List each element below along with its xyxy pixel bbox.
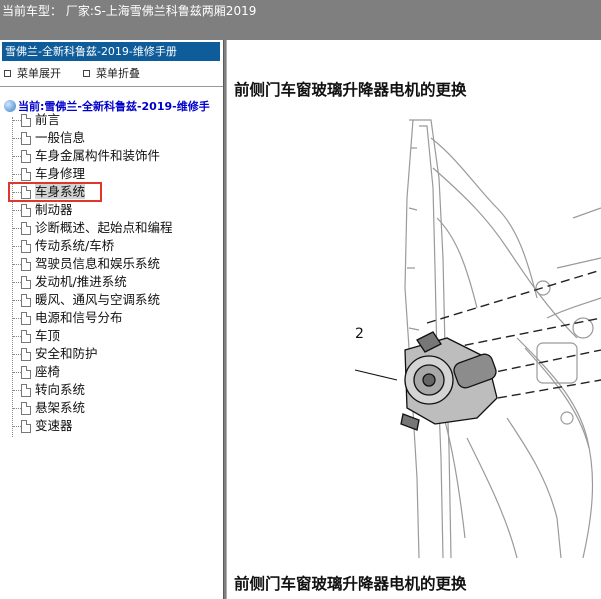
tree-item-label: 传动系统/车桥 — [35, 238, 115, 253]
document-icon — [21, 204, 31, 217]
callout-number: 2 — [355, 326, 364, 342]
tree-branch-line — [13, 246, 21, 247]
document-icon — [21, 348, 31, 361]
tree-item[interactable]: 车顶 — [9, 327, 223, 345]
tree-branch-line — [13, 156, 21, 157]
menu-collapse-link[interactable]: 菜单折叠 — [96, 65, 140, 81]
manual-title[interactable]: 雪佛兰-全新科鲁兹-2019-维修手册 — [2, 42, 220, 61]
tree-item[interactable]: 一般信息 — [9, 129, 223, 147]
document-icon — [21, 114, 31, 127]
tree-branch-line — [13, 138, 21, 139]
tree-item-label: 诊断概述、起始点和编程 — [35, 220, 173, 235]
tree-branch-line — [13, 264, 21, 265]
tree-item[interactable]: 电源和信号分布 — [9, 309, 223, 327]
tree-item[interactable]: 制动器 — [9, 201, 223, 219]
document-icon — [21, 150, 31, 163]
tree-item[interactable]: 前言 — [9, 111, 223, 129]
window-title-bar: 当前车型： 厂家:S-上海雪佛兰科鲁兹两厢2019 — [0, 0, 601, 40]
document-icon — [21, 294, 31, 307]
tree-branch-line — [13, 300, 21, 301]
document-icon — [21, 402, 31, 415]
document-icon — [21, 240, 31, 253]
document-icon — [21, 366, 31, 379]
tree-branch-line — [13, 372, 21, 373]
tree-item[interactable]: 变速器 — [9, 417, 223, 435]
tree-branch-line — [13, 210, 21, 211]
tree-item-label: 一般信息 — [35, 130, 86, 145]
document-icon — [21, 168, 31, 181]
tree-item[interactable]: 暖风、通风与空调系统 — [9, 291, 223, 309]
tree-item[interactable]: 安全和防护 — [9, 345, 223, 363]
collapse-icon[interactable] — [83, 69, 90, 77]
menu-expand-link[interactable]: 菜单展开 — [17, 65, 61, 81]
tree-branch-line — [13, 426, 21, 427]
menu-controls: 菜单展开 菜单折叠 — [3, 65, 140, 81]
tree-item-label: 制动器 — [35, 202, 73, 217]
tree-item-label: 车身系统 — [35, 184, 86, 199]
tree-item-label: 车身修理 — [35, 166, 86, 181]
tree-item[interactable]: 驾驶员信息和娱乐系统 — [9, 255, 223, 273]
tree-item-label: 转向系统 — [35, 382, 86, 397]
tree-branch-line — [13, 408, 21, 409]
document-icon — [21, 186, 31, 199]
tree-item[interactable]: 诊断概述、起始点和编程 — [9, 219, 223, 237]
tree-branch-line — [13, 336, 21, 337]
tree-item-label: 暖风、通风与空调系统 — [35, 292, 161, 307]
tree-item[interactable]: 发动机/推进系统 — [9, 273, 223, 291]
tree-item-label: 驾驶员信息和娱乐系统 — [35, 256, 161, 271]
sidebar: 雪佛兰-全新科鲁兹-2019-维修手册 菜单展开 菜单折叠 当前:雪佛兰-全新科… — [0, 40, 223, 599]
tree-item-label: 前言 — [35, 112, 61, 127]
document-icon — [21, 384, 31, 397]
section-heading: 前侧门车窗玻璃升降器电机的更换 — [234, 575, 467, 593]
tree-item-label: 车顶 — [35, 328, 61, 343]
tree-item[interactable]: 座椅 — [9, 363, 223, 381]
tree-item[interactable]: 车身系统 — [8, 182, 102, 202]
document-icon — [21, 132, 31, 145]
document-icon — [21, 276, 31, 289]
tree-branch-line — [13, 282, 21, 283]
tree-item[interactable]: 转向系统 — [9, 381, 223, 399]
tree-item-label: 座椅 — [35, 364, 61, 379]
tree-branch-line — [13, 318, 21, 319]
window-regulator-diagram — [354, 119, 601, 558]
tree-item[interactable]: 车身修理 — [9, 165, 223, 183]
document-icon — [21, 312, 31, 325]
tree-item[interactable]: 悬架系统 — [9, 399, 223, 417]
tree-item-label: 发动机/推进系统 — [35, 274, 127, 289]
tree-item-label: 车身金属构件和装饰件 — [35, 148, 161, 163]
document-icon — [21, 330, 31, 343]
tree-item[interactable]: 传动系统/车桥 — [9, 237, 223, 255]
tree-branch-line — [13, 390, 21, 391]
content-pane: 前侧门车窗玻璃升降器电机的更换 2 前侧门车窗玻璃升降器电机的更换 — [227, 40, 601, 599]
tree-branch-line — [13, 354, 21, 355]
tree-item-label: 电源和信号分布 — [35, 310, 123, 325]
tree-branch-line — [13, 174, 21, 175]
tree-item-label: 安全和防护 — [35, 346, 98, 361]
tree-branch-line — [13, 120, 21, 121]
page-title: 前侧门车窗玻璃升降器电机的更换 — [234, 81, 467, 99]
tree-item-label: 悬架系统 — [35, 400, 86, 415]
document-icon — [21, 258, 31, 271]
document-icon — [21, 420, 31, 433]
current-model-text: 当前车型： 厂家:S-上海雪佛兰科鲁兹两厢2019 — [2, 4, 257, 18]
tree-branch-line — [13, 192, 21, 193]
document-icon — [21, 222, 31, 235]
nav-tree: 前言一般信息车身金属构件和装饰件 车身修理车身系统制动器诊断概述、起始点和编程 传动… — [8, 111, 223, 435]
expand-icon[interactable] — [4, 69, 11, 77]
tree-item[interactable]: 车身金属构件和装饰件 — [9, 147, 223, 165]
tree-item-label: 变速器 — [35, 418, 73, 433]
tree-branch-line — [13, 228, 21, 229]
divider — [0, 86, 223, 87]
